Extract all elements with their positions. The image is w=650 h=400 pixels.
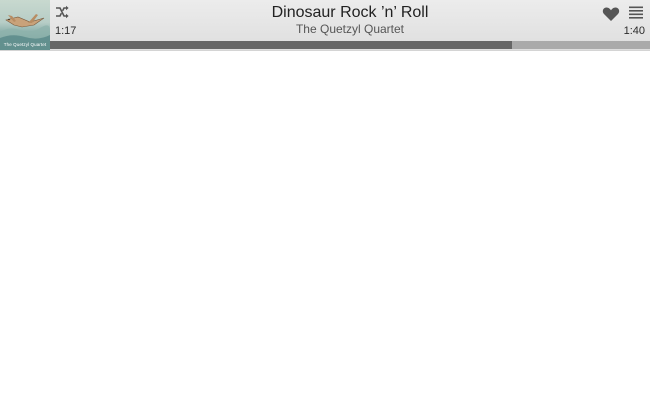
heart-icon xyxy=(602,7,620,21)
track-title: Dinosaur Rock ’n’ Roll xyxy=(271,4,429,21)
elapsed-time: 1:17 xyxy=(55,25,77,37)
progress-bar[interactable] xyxy=(50,41,650,49)
track-artist[interactable]: The Quetzyl Quartet xyxy=(150,22,550,36)
shuffle-button[interactable] xyxy=(55,5,69,19)
queue-button[interactable] xyxy=(629,6,643,19)
progress-fill xyxy=(50,41,512,49)
favorite-button[interactable] xyxy=(602,6,620,22)
shuffle-icon xyxy=(56,5,69,19)
album-art[interactable]: The Quetzyl Quartet xyxy=(0,0,50,50)
total-time: 1:40 xyxy=(623,25,645,37)
list-icon xyxy=(629,6,643,19)
album-caption: The Quetzyl Quartet xyxy=(3,42,47,47)
now-playing-bar: The Quetzyl Quartet 1:17 Dinosaur Rock ’… xyxy=(0,0,650,51)
